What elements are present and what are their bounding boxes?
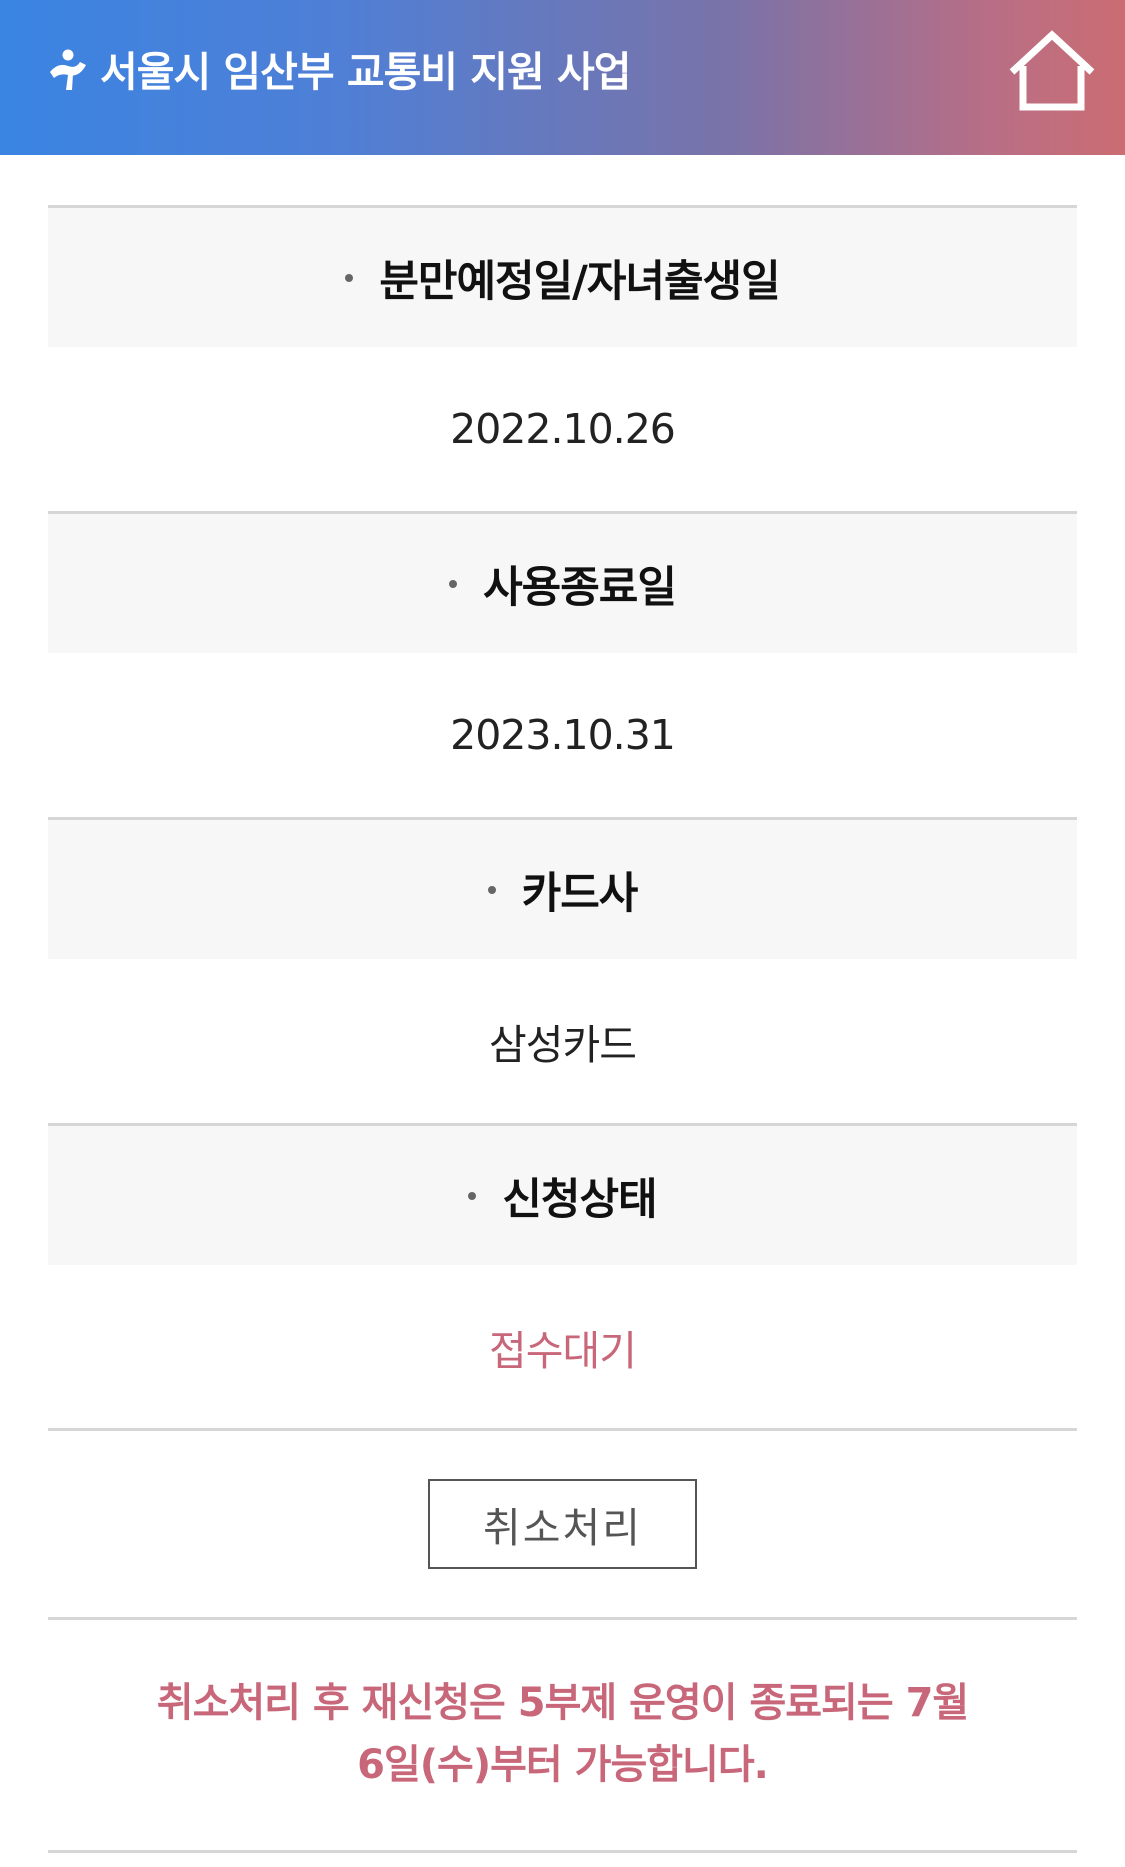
divider [48,1428,1077,1431]
field-label-end-date: 사용종료일 [48,511,1077,653]
field-label-due-date: 분만예정일/자녀출생일 [48,205,1077,347]
app-header: 서울시 임산부 교통비 지원 사업 [0,0,1125,155]
bullet-icon [449,579,458,588]
field-value-status: 접수대기 [489,1327,637,1375]
field-label-text: 신청상태 [502,1174,657,1225]
mother-child-logo-icon [50,49,86,90]
field-label-text: 분만예정일/자녀출생일 [379,256,780,307]
field-value-end-date: 2023.10.31 [450,711,676,759]
home-icon[interactable] [1004,28,1100,114]
field-value-card-company: 삼성카드 [489,1021,637,1069]
divider [48,1850,1077,1853]
bullet-icon [345,273,354,282]
field-label-status: 신청상태 [48,1123,1077,1265]
field-value-due-date: 2022.10.26 [450,405,676,453]
field-label-card-company: 카드사 [48,817,1077,959]
bullet-icon [468,1191,477,1200]
page-title: 서울시 임산부 교통비 지원 사업 [100,48,631,96]
bullet-icon [487,885,496,894]
divider [48,1617,1077,1620]
cancel-notice: 취소처리 후 재신청은 5부제 운영이 종료되는 7월 6일(수)부터 가능합니… [48,1672,1077,1796]
notice-line-1: 취소처리 후 재신청은 5부제 운영이 종료되는 7월 [156,1680,969,1726]
notice-line-2: 6일(수)부터 가능합니다. [357,1742,769,1788]
field-label-text: 카드사 [521,868,639,919]
cancel-button[interactable]: 취소처리 [428,1479,697,1569]
field-label-text: 사용종료일 [483,562,677,613]
